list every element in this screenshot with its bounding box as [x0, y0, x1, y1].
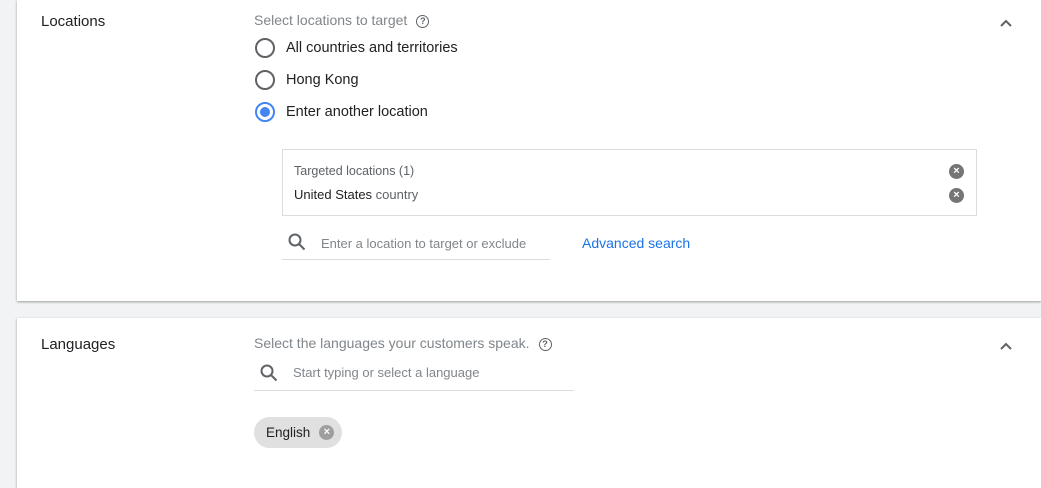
- search-icon: [288, 233, 306, 251]
- locations-section: Locations Select locations to target? Al…: [17, 0, 1041, 301]
- language-search-input[interactable]: Start typing or select a language: [254, 353, 574, 391]
- locations-prompt: Select locations to target?: [254, 12, 430, 28]
- targeted-header: Targeted locations (1): [294, 164, 415, 178]
- radio-label: Hong Kong: [286, 72, 359, 88]
- remove-location-icon[interactable]: ×: [949, 188, 964, 203]
- prompt-text: Select locations to target: [254, 12, 408, 28]
- radio-all-countries[interactable]: All countries and territories: [255, 37, 458, 59]
- targeted-location-item: United States country: [294, 187, 418, 202]
- location-name: United States: [294, 187, 373, 202]
- chip-label: English: [266, 425, 311, 440]
- prompt-text: Select the languages your customers spea…: [254, 335, 530, 351]
- location-search-input[interactable]: Enter a location to target or exclude: [282, 222, 550, 260]
- search-placeholder: Start typing or select a language: [293, 365, 480, 380]
- location-type: country: [375, 187, 419, 202]
- help-icon[interactable]: ?: [416, 15, 430, 28]
- targeted-locations-box: Targeted locations (1) × United States c…: [282, 149, 977, 216]
- languages-prompt: Select the languages your customers spea…: [254, 335, 552, 351]
- radio-another-location[interactable]: Enter another location: [255, 101, 428, 123]
- help-icon[interactable]: ?: [538, 338, 552, 351]
- radio-icon[interactable]: [255, 70, 275, 90]
- radio-label: All countries and territories: [286, 40, 458, 56]
- section-title: Locations: [41, 13, 106, 30]
- chevron-up-icon[interactable]: [999, 16, 1013, 30]
- language-chip: English ×: [254, 417, 343, 448]
- chevron-up-icon[interactable]: [999, 339, 1013, 353]
- languages-section: Languages Select the languages your cust…: [17, 318, 1041, 488]
- radio-hong-kong[interactable]: Hong Kong: [255, 69, 359, 91]
- remove-chip-icon[interactable]: ×: [319, 425, 335, 440]
- advanced-search-link[interactable]: Advanced search: [582, 235, 690, 251]
- radio-selected-icon[interactable]: [255, 102, 275, 122]
- search-icon: [260, 364, 278, 382]
- search-placeholder: Enter a location to target or exclude: [321, 236, 527, 251]
- section-title: Languages: [41, 336, 116, 353]
- radio-icon[interactable]: [255, 38, 275, 58]
- radio-label: Enter another location: [286, 104, 428, 120]
- clear-all-icon[interactable]: ×: [949, 164, 964, 179]
